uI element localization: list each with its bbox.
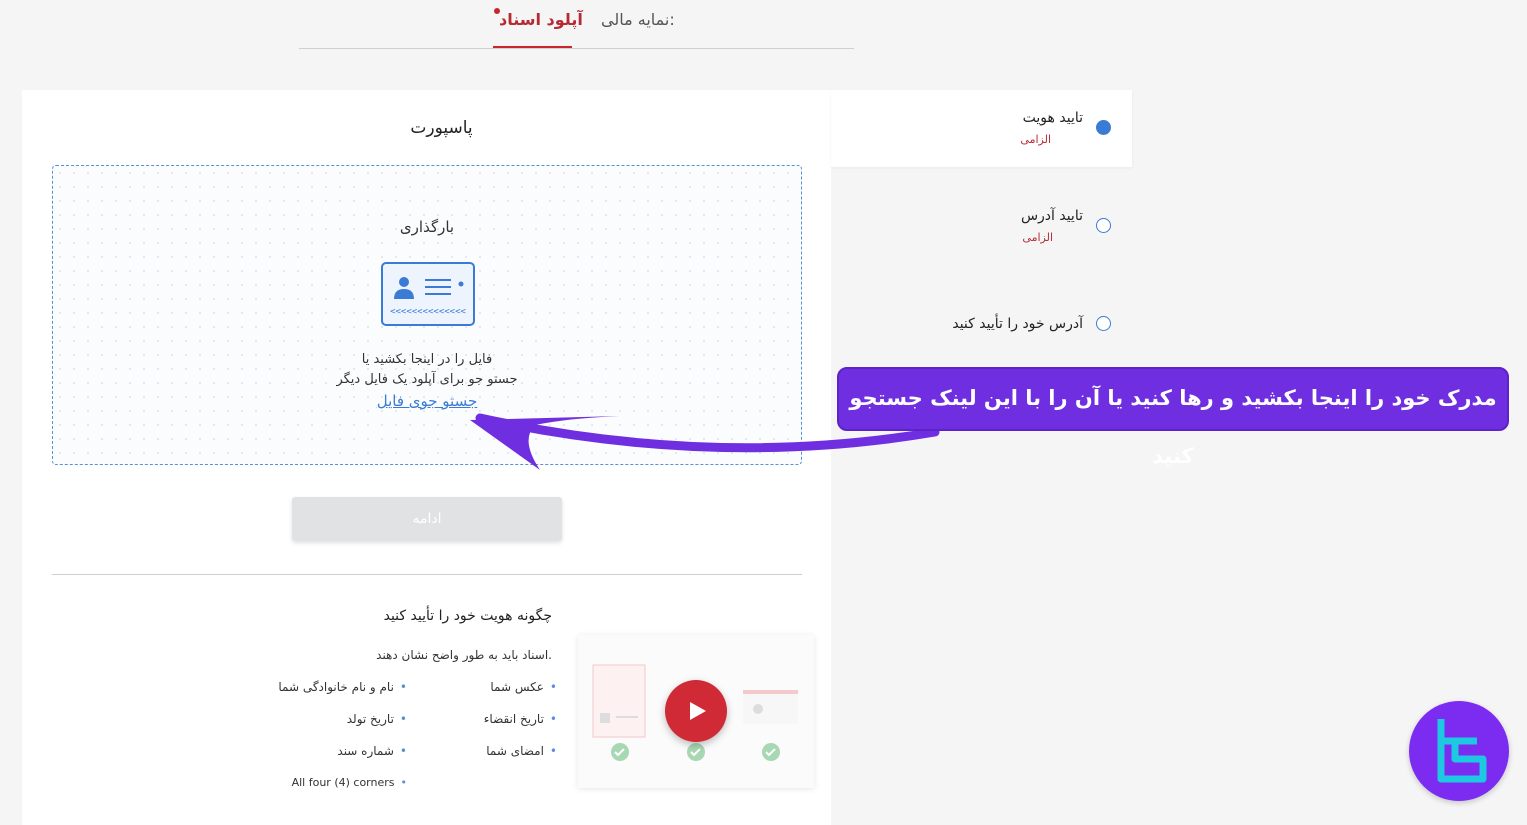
play-icon <box>690 702 706 720</box>
step-identity-label: تایید هویت <box>1022 110 1083 126</box>
required-dot <box>494 8 500 14</box>
browse-file-link[interactable]: جستو جوی فایل <box>53 392 801 410</box>
requirement-item: امضای شما • <box>486 744 557 758</box>
step-identity-required: الزامی <box>1020 133 1051 146</box>
document-type-title: پاسپورت <box>410 118 473 138</box>
step-address-label: تایید آدرس <box>1020 208 1083 224</box>
dropzone-instruction-secondary: جستو جو برای آپلود یک فایل دیگر <box>336 372 518 387</box>
requirement-item: تاریخ انقضاء • <box>483 712 557 726</box>
upload-panel: پاسپورت بارگذاری <<<<<<<<<<<<<< فایل را … <box>22 90 831 825</box>
id-card-icon: <<<<<<<<<<<<<< <box>381 262 475 326</box>
tab-financial-profile[interactable]: نمایه مالی: <box>601 10 675 29</box>
step-address-radio[interactable] <box>1096 218 1111 233</box>
requirement-item: تاریخ تولد • <box>346 712 407 726</box>
dropzone-title: بارگذاری <box>399 218 455 236</box>
brand-logo-icon <box>1437 719 1487 783</box>
step-address-required: الزامی <box>1022 231 1053 244</box>
svg-text:<<<<<<<<<<<<<<: <<<<<<<<<<<<<< <box>390 307 466 317</box>
file-dropzone[interactable]: بارگذاری <<<<<<<<<<<<<< فایل را در اینجا… <box>52 165 802 465</box>
how-to-verify-title: چگونه هویت خود را تأیید کنید <box>383 608 552 624</box>
active-tab-indicator <box>493 46 572 48</box>
tutorial-video-thumbnail[interactable] <box>578 635 814 788</box>
dropzone-instruction: فایل را در اینجا بکشید یا <box>361 352 493 367</box>
requirement-item: نام و نام خانوادگی شما • <box>278 680 407 694</box>
tab-upload-documents[interactable]: آپلود اسناد <box>494 8 583 29</box>
step-identity-radio[interactable] <box>1096 120 1111 135</box>
brand-logo <box>1409 701 1509 801</box>
how-to-verify-subtitle: اسناد باید به طور واضح نشان دهند. <box>376 648 552 662</box>
step-confirm-address-label: آدرس خود را تأیید کنید <box>952 316 1083 332</box>
document-tabs: آپلود اسناد نمایه مالی: <box>299 0 854 49</box>
step-confirm-address-radio[interactable] <box>1096 316 1111 331</box>
step-identity-active-card[interactable] <box>831 90 1132 167</box>
continue-button[interactable]: ادامه <box>292 497 562 541</box>
tab-upload-label: آپلود اسناد <box>499 10 583 29</box>
tab-financial-label: نمایه مالی: <box>601 10 675 29</box>
annotation-callout: مدرک خود را اینجا بکشید و رها کنید یا آن… <box>837 367 1509 468</box>
play-video-button[interactable] <box>665 680 727 742</box>
requirement-item: عکس شما • <box>490 680 557 694</box>
section-divider <box>52 574 802 575</box>
requirement-item: شماره سند • <box>337 744 407 758</box>
callout-text: مدرک خود را اینجا بکشید و رها کنید یا آن… <box>849 386 1497 468</box>
requirement-item: All four (4) corners • <box>291 776 407 789</box>
